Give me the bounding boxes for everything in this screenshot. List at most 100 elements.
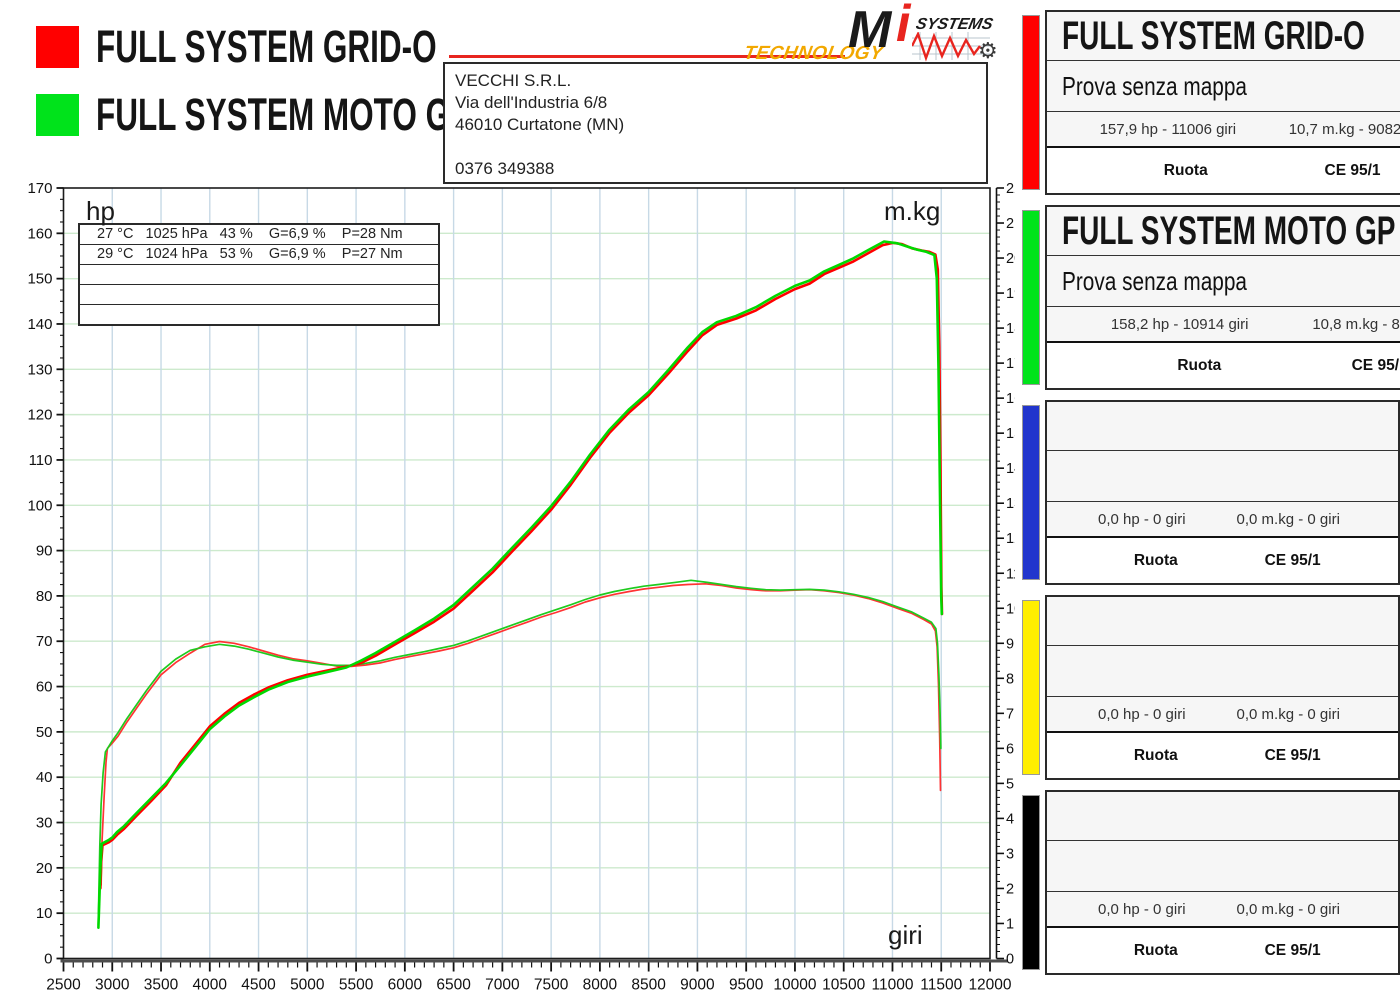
panel-title: FULL SYSTEM GRID-O bbox=[1062, 14, 1365, 59]
svg-text:18: 18 bbox=[1006, 321, 1015, 337]
panel-values-row: 0,0 hp - 0 giri0,0 m.kg - 0 giri bbox=[1047, 892, 1398, 928]
svg-text:22: 22 bbox=[1006, 181, 1015, 197]
svg-text:7000: 7000 bbox=[485, 977, 520, 994]
condition-row bbox=[80, 305, 438, 324]
result-panel-4[interactable]: 0,0 hp - 0 giri0,0 m.kg - 0 giriRuotaCE … bbox=[1022, 595, 1400, 780]
panel-hp-peak: 158,2 hp - 10914 giri bbox=[1047, 316, 1312, 333]
svg-text:20: 20 bbox=[1006, 251, 1015, 267]
workshop-address-box: VECCHI S.R.L. Via dell'Industria 6/8 460… bbox=[443, 62, 988, 184]
svg-text:10500: 10500 bbox=[822, 977, 865, 994]
svg-text:80: 80 bbox=[36, 588, 53, 605]
panel-norm: CE 95/1 bbox=[1265, 942, 1398, 960]
svg-text:100: 100 bbox=[27, 497, 52, 514]
svg-text:17: 17 bbox=[1006, 356, 1015, 372]
condition-row bbox=[80, 265, 438, 285]
svg-text:11000: 11000 bbox=[871, 977, 913, 994]
svg-text:170: 170 bbox=[27, 180, 52, 197]
panel-title-row bbox=[1047, 597, 1398, 646]
panel-footer-row: RuotaCE 95/1 bbox=[1047, 538, 1398, 583]
result-panel-1[interactable]: FULL SYSTEM GRID-OProva senza mappa157,9… bbox=[1022, 10, 1400, 195]
svg-text:0: 0 bbox=[44, 951, 52, 968]
logo-wave-icon: ⚙ bbox=[912, 32, 996, 66]
svg-text:9000: 9000 bbox=[680, 977, 715, 994]
condition-row: 29 °C 1024 hPa 53 % G=6,9 % P=27 Nm bbox=[80, 245, 438, 265]
panel-hp-peak: 0,0 hp - 0 giri bbox=[1047, 706, 1237, 723]
panel-mode: Ruota bbox=[1047, 552, 1265, 570]
legend-swatch-green bbox=[36, 94, 79, 136]
result-panel-2[interactable]: FULL SYSTEM MOTO GPProva senza mappa158,… bbox=[1022, 205, 1400, 390]
svg-text:6500: 6500 bbox=[436, 977, 471, 994]
svg-text:5: 5 bbox=[1006, 776, 1014, 792]
panel-footer-row: RuotaCE 95/1 bbox=[1047, 148, 1400, 193]
panel-title-row: FULL SYSTEM GRID-O bbox=[1047, 12, 1400, 61]
legend-label: FULL SYSTEM MOTO GP bbox=[96, 92, 471, 138]
svg-text:11: 11 bbox=[1006, 566, 1015, 582]
svg-text:7: 7 bbox=[1006, 706, 1014, 722]
svg-text:40: 40 bbox=[36, 769, 53, 786]
panel-norm: CE 95/1 bbox=[1265, 552, 1398, 570]
x-axis-title: giri bbox=[888, 920, 923, 951]
svg-text:21: 21 bbox=[1006, 216, 1015, 232]
svg-text:20: 20 bbox=[36, 860, 53, 877]
panel-torque-peak: 10,7 m.kg - 9082 giri bbox=[1289, 121, 1400, 138]
panel-color-bar bbox=[1022, 795, 1040, 970]
svg-text:4000: 4000 bbox=[193, 977, 228, 994]
result-panel-3[interactable]: 0,0 hp - 0 giri0,0 m.kg - 0 giri RuotaCE … bbox=[1022, 400, 1400, 585]
svg-text:11500: 11500 bbox=[920, 977, 962, 994]
mi-systems-logo: TECHNOLOGY M i SYSTEMS ⚙ bbox=[744, 10, 996, 62]
panel-norm: CE 95/1 bbox=[1325, 162, 1400, 180]
svg-text:7500: 7500 bbox=[534, 977, 569, 994]
panel-box: FULL SYSTEM GRID-OProva senza mappa157,9… bbox=[1045, 10, 1400, 195]
panel-torque-peak: 10,8 m.kg - 8934 giri bbox=[1312, 316, 1400, 333]
panel-torque-peak: 0,0 m.kg - 0 giri bbox=[1237, 511, 1398, 528]
panel-box: FULL SYSTEM MOTO GPProva senza mappa158,… bbox=[1045, 205, 1400, 390]
svg-text:15: 15 bbox=[1006, 426, 1015, 442]
svg-text:140: 140 bbox=[27, 316, 52, 333]
svg-text:16: 16 bbox=[1006, 391, 1015, 407]
panel-box: 0,0 hp - 0 giri0,0 m.kg - 0 giriRuotaCE … bbox=[1045, 595, 1400, 780]
panel-mode: Ruota bbox=[1047, 942, 1265, 960]
svg-text:19: 19 bbox=[1006, 286, 1015, 302]
svg-text:30: 30 bbox=[36, 815, 53, 832]
svg-text:9500: 9500 bbox=[729, 977, 764, 994]
workshop-city: 46010 Curtatone (MN) bbox=[455, 114, 976, 136]
svg-text:0: 0 bbox=[1006, 952, 1014, 968]
panel-subtitle-row: Prova senza mappa bbox=[1047, 61, 1400, 112]
workshop-street: Via dell'Industria 6/8 bbox=[455, 92, 976, 114]
svg-text:160: 160 bbox=[27, 225, 52, 242]
svg-text:10000: 10000 bbox=[773, 977, 816, 994]
svg-text:4: 4 bbox=[1006, 811, 1014, 827]
panel-subtitle-row bbox=[1047, 451, 1398, 502]
panel-title-row: FULL SYSTEM MOTO GP bbox=[1047, 207, 1400, 256]
svg-text:13: 13 bbox=[1006, 496, 1015, 512]
svg-text:8000: 8000 bbox=[583, 977, 618, 994]
svg-text:2500: 2500 bbox=[46, 977, 81, 994]
panel-subtitle-row bbox=[1047, 841, 1398, 892]
logo-m-letter: M bbox=[848, 4, 891, 56]
svg-text:10: 10 bbox=[1006, 601, 1015, 617]
panel-values-row: 157,9 hp - 11006 giri10,7 m.kg - 9082 gi… bbox=[1047, 112, 1400, 148]
logo-i-letter: i bbox=[896, 0, 910, 50]
panel-mode: Ruota bbox=[1047, 162, 1325, 180]
svg-text:150: 150 bbox=[27, 271, 52, 288]
panel-color-bar bbox=[1022, 15, 1040, 190]
y-left-axis-title: hp bbox=[86, 196, 115, 227]
panel-title-row bbox=[1047, 792, 1398, 841]
panel-hp-peak: 157,9 hp - 11006 giri bbox=[1047, 121, 1289, 138]
panel-values-row: 158,2 hp - 10914 giri10,8 m.kg - 8934 gi… bbox=[1047, 307, 1400, 343]
panel-hp-peak: 0,0 hp - 0 giri bbox=[1047, 511, 1237, 528]
panel-title: FULL SYSTEM MOTO GP bbox=[1062, 209, 1395, 254]
condition-row bbox=[80, 285, 438, 305]
result-panel-5[interactable]: 0,0 hp - 0 giri0,0 m.kg - 0 giriRuotaCE … bbox=[1022, 790, 1400, 975]
svg-text:14: 14 bbox=[1006, 461, 1015, 477]
panel-torque-peak: 0,0 m.kg - 0 giri bbox=[1237, 706, 1398, 723]
svg-text:5000: 5000 bbox=[290, 977, 325, 994]
svg-text:3000: 3000 bbox=[95, 977, 130, 994]
svg-text:10: 10 bbox=[36, 905, 53, 922]
panel-footer-row: RuotaCE 95/1 bbox=[1047, 928, 1398, 973]
svg-text:4500: 4500 bbox=[241, 977, 276, 994]
panel-title-row bbox=[1047, 402, 1398, 451]
panel-subtitle-row: Prova senza mappa bbox=[1047, 256, 1400, 307]
svg-text:1: 1 bbox=[1006, 916, 1014, 932]
panel-hp-peak: 0,0 hp - 0 giri bbox=[1047, 901, 1237, 918]
